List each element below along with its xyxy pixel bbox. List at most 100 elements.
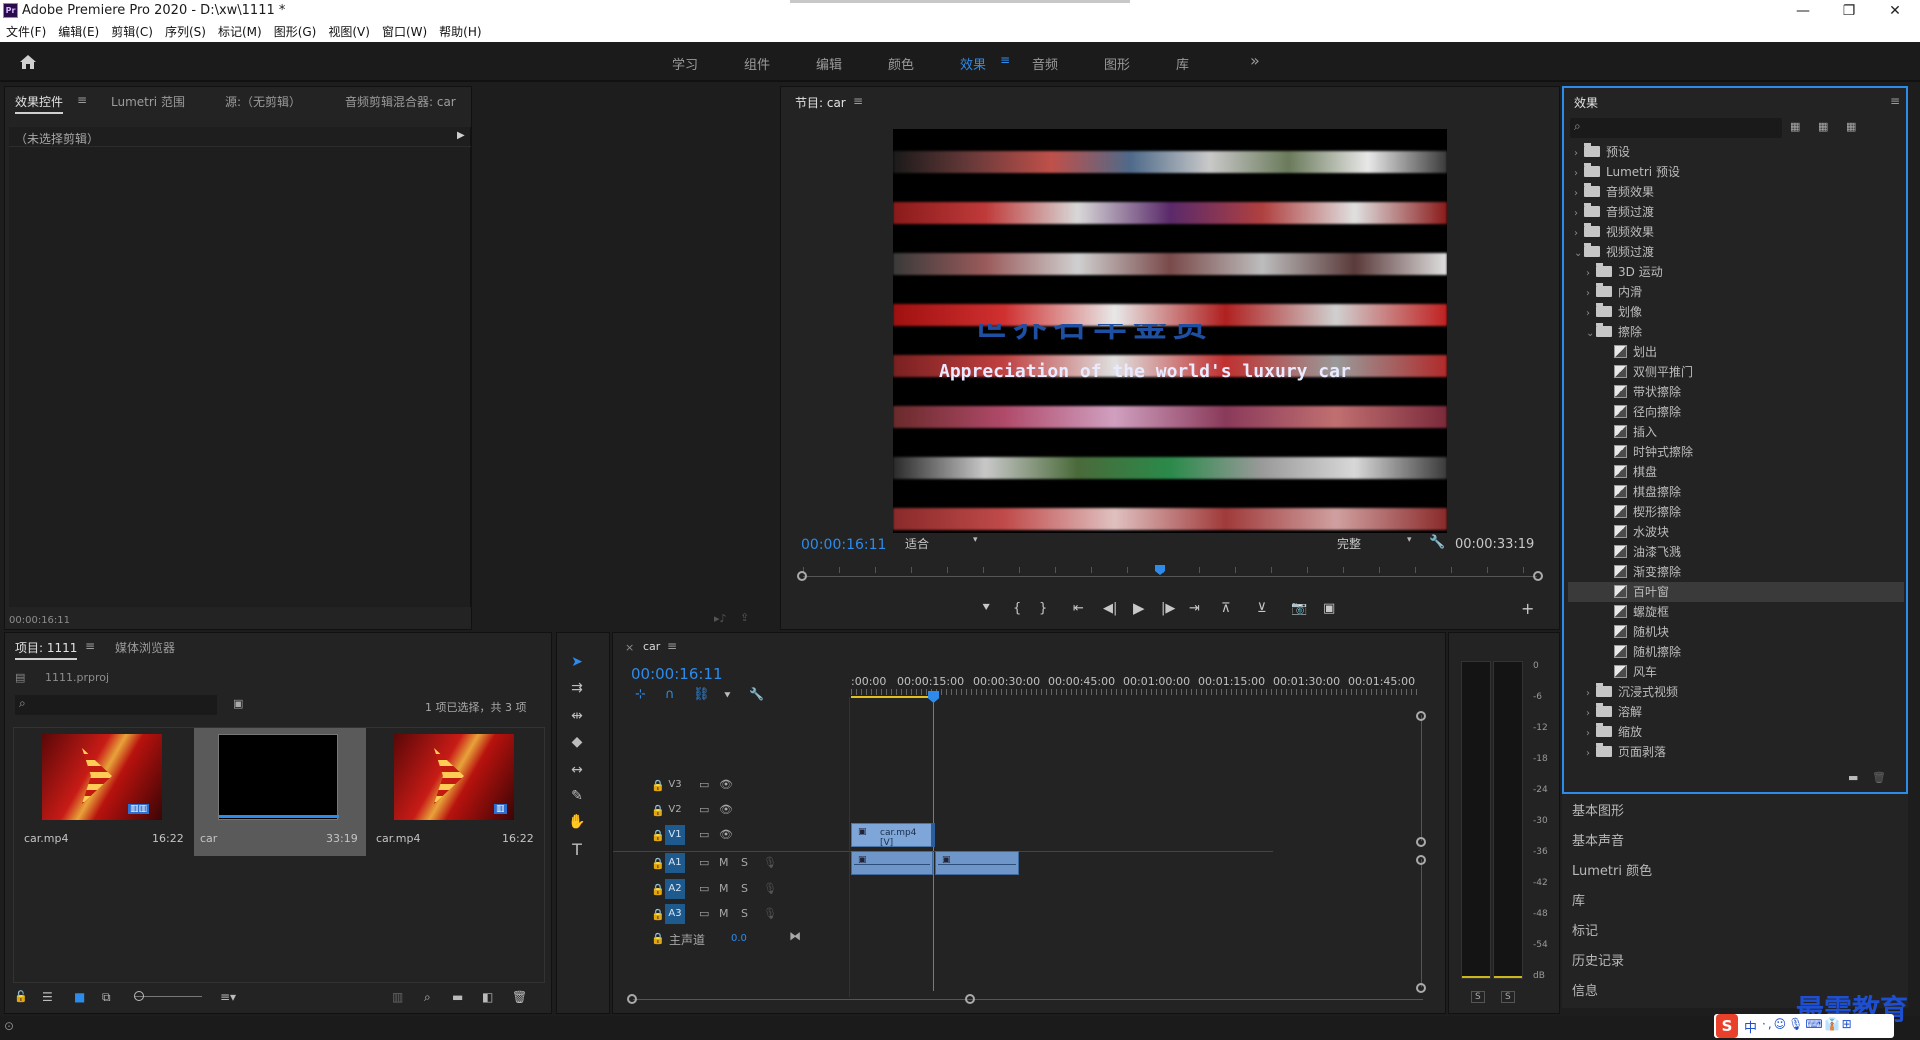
solo-button[interactable]: S (741, 856, 748, 869)
sync-lock-icon[interactable]: ▭ (699, 882, 709, 895)
chevron-right-icon[interactable]: › (1574, 224, 1584, 244)
add-marker-icon[interactable]: ⯆ (723, 689, 732, 703)
track-a3[interactable]: A3 (665, 904, 685, 924)
workspace-tab-graphics[interactable]: 图形 (1104, 54, 1130, 73)
trash-icon[interactable]: 🗑 (512, 990, 527, 1004)
track-a1[interactable]: A1 (665, 853, 685, 873)
new-bin-folder-icon[interactable]: ▬ (1848, 771, 1858, 784)
program-menu-icon[interactable]: ≡ (853, 94, 863, 108)
menu-clip[interactable]: 剪辑(C) (105, 22, 159, 42)
tab-media-browser[interactable]: 媒体浏览器 (115, 639, 175, 656)
sync-lock-icon[interactable]: ▭ (699, 828, 709, 841)
effects-search-input[interactable]: ⌕ (1570, 118, 1782, 138)
snap-icon[interactable]: ∩ (665, 687, 675, 702)
chevron-right-icon[interactable]: › (1586, 684, 1596, 704)
chevron-right-icon[interactable]: › (1574, 204, 1584, 224)
effect-item[interactable]: 百叶窗 (1568, 582, 1904, 602)
panel-info[interactable]: 信息 (1572, 980, 1598, 999)
chevron-down-icon[interactable]: ⌄ (1586, 324, 1596, 344)
effect-item[interactable]: 油漆飞溅 (1568, 542, 1904, 562)
timeline-playhead-head[interactable] (928, 691, 939, 703)
close-sequence-icon[interactable]: × (625, 641, 634, 654)
lock-icon[interactable]: 🔒 (651, 779, 665, 792)
chevron-right-icon[interactable]: › (1586, 284, 1596, 304)
chevron-right-icon[interactable]: › (1586, 704, 1596, 724)
chevron-right-icon[interactable]: › (1574, 184, 1584, 204)
menu-graphics[interactable]: 图形(G) (268, 22, 323, 42)
icon-view-icon[interactable]: ■ (74, 990, 85, 1004)
effects-folder[interactable]: › 预设 (1568, 142, 1904, 162)
selection-tool-icon[interactable]: ➤ (565, 650, 589, 674)
type-tool-icon[interactable]: T (565, 838, 589, 862)
lock-icon[interactable]: 🔒 (651, 932, 665, 945)
eye-icon[interactable]: 👁 (719, 803, 733, 816)
timeline-timecode[interactable]: 00:00:16:11 (631, 665, 723, 683)
ime-symbols[interactable]: ·,☺🎙⌨👔⊞ (1762, 1017, 1854, 1031)
timeline-tab[interactable]: car (643, 640, 660, 653)
slip-tool-icon[interactable]: ↔ (565, 758, 589, 782)
close-button[interactable]: ✕ (1872, 0, 1918, 22)
lock-icon[interactable]: 🔓 (14, 990, 28, 1003)
effect-item[interactable]: 径向擦除 (1568, 402, 1904, 422)
program-current-time[interactable]: 00:00:16:11 (801, 537, 886, 553)
menu-file[interactable]: 文件(F) (0, 22, 52, 42)
scroll-handle[interactable] (965, 994, 975, 1004)
play-icon[interactable]: ▶ (1133, 599, 1145, 617)
tab-lumetri-scopes[interactable]: Lumetri 范围 (111, 93, 185, 110)
effects-folder[interactable]: › 音频效果 (1568, 182, 1904, 202)
export-frame-camera-icon[interactable]: 📷 (1291, 601, 1307, 616)
nest-icon[interactable]: ⊹ (635, 687, 646, 702)
zoom-slider[interactable] (134, 996, 202, 997)
sync-lock-icon[interactable]: ▭ (699, 856, 709, 869)
solo-button[interactable]: S (741, 882, 748, 895)
menu-edit[interactable]: 编辑(E) (52, 22, 105, 42)
chevron-right-icon[interactable]: › (1586, 744, 1596, 764)
thumbnail-car-mp4-2[interactable]: ▥ (394, 734, 514, 820)
hand-tool-icon[interactable]: ✋ (565, 810, 589, 834)
effect-item[interactable]: 棋盘擦除 (1568, 482, 1904, 502)
add-button-icon[interactable]: + (1521, 599, 1534, 618)
chevron-right-icon[interactable]: › (1586, 304, 1596, 324)
work-area-bar[interactable] (851, 696, 933, 698)
zoom-slider-handle[interactable] (134, 991, 144, 1001)
effect-item[interactable]: 划出 (1568, 342, 1904, 362)
workspace-tab-learn[interactable]: 学习 (672, 54, 698, 73)
workspace-tab-libraries[interactable]: 库 (1176, 54, 1189, 73)
effects-folder[interactable]: › 缩放 (1568, 722, 1904, 742)
new-item-icon[interactable]: ◧ (482, 990, 493, 1004)
effect-item[interactable]: 时钟式擦除 (1568, 442, 1904, 462)
comparison-view-icon[interactable]: ▣ (1323, 601, 1335, 616)
sync-lock-icon[interactable]: ▭ (699, 778, 709, 791)
lock-icon[interactable]: 🔒 (651, 829, 665, 842)
chevron-right-icon[interactable]: › (1586, 264, 1596, 284)
yuv-effects-icon[interactable]: ▦ (1846, 120, 1856, 133)
scroll-handle[interactable] (1416, 711, 1426, 721)
effect-item[interactable]: 风车 (1568, 662, 1904, 682)
panel-history[interactable]: 历史记录 (1572, 950, 1624, 969)
microphone-icon[interactable]: 🎙 (763, 856, 777, 869)
menu-view[interactable]: 视图(V) (322, 22, 376, 42)
mark-out-icon[interactable]: } (1039, 601, 1047, 616)
workspace-tab-audio[interactable]: 音频 (1032, 54, 1058, 73)
scroll-handle[interactable] (627, 994, 637, 1004)
workspace-menu-icon[interactable]: ≡ (1000, 53, 1010, 67)
sync-lock-icon[interactable]: ▭ (699, 803, 709, 816)
go-to-in-icon[interactable]: ⇤ (1073, 601, 1084, 616)
list-view-icon[interactable]: ☰ (42, 990, 53, 1004)
add-marker-icon[interactable]: ⯆ (981, 601, 991, 616)
thumbnail-car-mp4-1[interactable]: ▥▥ (42, 734, 162, 820)
sync-lock-icon[interactable]: ▭ (699, 907, 709, 920)
effect-item[interactable]: 带状擦除 (1568, 382, 1904, 402)
mute-button[interactable]: M (719, 882, 729, 895)
effect-item[interactable]: 渐变擦除 (1568, 562, 1904, 582)
microphone-icon[interactable]: 🎙 (763, 882, 777, 895)
minimize-button[interactable]: — (1780, 0, 1826, 22)
video-clip-car[interactable]: ▣ car.mp4 [V] (851, 823, 933, 848)
chevron-right-icon[interactable]: › (1586, 724, 1596, 744)
transition-marker[interactable] (931, 823, 935, 847)
sort-icon[interactable]: ≡▾ (220, 990, 236, 1004)
effects-menu-icon[interactable]: ≡ (1890, 94, 1900, 108)
track-a2[interactable]: A2 (665, 879, 685, 899)
new-search-bin-icon[interactable]: ▣ (233, 697, 243, 710)
vertical-scrollbar-audio[interactable] (1421, 859, 1422, 987)
